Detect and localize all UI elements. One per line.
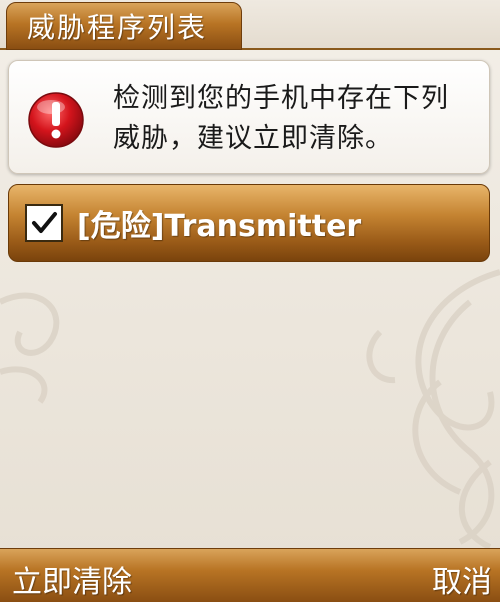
warning-message-box: 检测到您的手机中存在下列威胁，建议立即清除。 — [8, 60, 490, 174]
tab-threat-list[interactable]: 威胁程序列表 — [6, 2, 242, 50]
clear-now-button[interactable]: 立即清除 — [12, 557, 132, 601]
threat-item-label: [危险]Transmitter — [77, 209, 362, 244]
cancel-button[interactable]: 取消 — [432, 557, 492, 601]
checkmark-icon — [32, 212, 57, 233]
threat-list-screen: 威胁程序列表 检测到您的手机中存在下列威胁，建议立即清除。 [危险]Transm… — [0, 0, 500, 602]
warning-message-text: 检测到您的手机中存在下列威胁，建议立即清除。 — [113, 83, 449, 154]
threat-list-item[interactable]: [危险]Transmitter — [8, 184, 490, 262]
tab-bar: 威胁程序列表 — [0, 0, 500, 50]
softkey-bar: 立即清除 取消 — [0, 548, 500, 602]
warning-exclamation-icon — [28, 92, 84, 148]
tab-title: 威胁程序列表 — [27, 11, 208, 44]
decorative-swirl-background — [0, 269, 500, 550]
threat-checkbox[interactable] — [25, 204, 63, 242]
